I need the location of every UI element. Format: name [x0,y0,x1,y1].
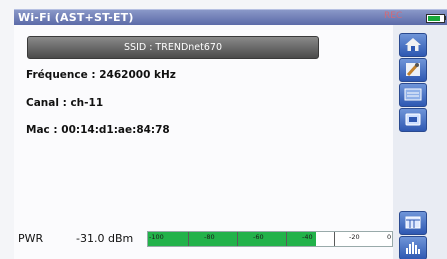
tv-icon [405,113,421,126]
meter-divider [334,232,335,246]
spectrum-button[interactable] [399,236,427,259]
mac-label: Mac : 00:14:d1:ae:84:78 [26,124,170,136]
meter-tick: -60 [253,233,264,241]
rec-indicator: REC [384,11,403,21]
title-bar: Wi-Fi (AST+ST-ET) REC [14,9,447,25]
power-meter: -100 -80 -60 -40 -20 0 [147,231,393,247]
tools-button[interactable] [399,58,427,82]
calendar-icon [405,216,421,229]
calendar-button[interactable] [399,211,427,235]
power-meter-fill [148,232,317,246]
tools-icon [406,63,420,77]
home-button[interactable] [399,33,427,57]
window-title: Wi-Fi (AST+ST-ET) [18,11,134,24]
pwr-value: -31.0 dBm [76,232,134,245]
spectrum-icon [406,242,420,254]
app-window: Wi-Fi (AST+ST-ET) REC SSID : TRENDnet670… [0,0,447,259]
meter-tick: -20 [349,233,360,241]
side-toolbar [393,25,447,259]
channel-label: Canal : ch-11 [26,97,104,109]
battery-terminal [444,16,446,20]
settings-button[interactable] [399,83,427,107]
meter-tick: -100 [149,233,164,241]
home-icon [405,38,421,51]
meter-tick: -40 [302,233,313,241]
settings-icon [404,88,422,101]
main-panel: SSID : TRENDnet670 Fréquence : 2462000 k… [14,25,393,259]
pwr-label: PWR [18,232,44,245]
tv-button[interactable] [399,108,427,132]
meter-divider [237,232,238,246]
frequency-label: Fréquence : 2462000 kHz [26,69,176,81]
ssid-button[interactable]: SSID : TRENDnet670 [27,36,319,59]
meter-tick: 0 [387,233,392,241]
meter-tick: -80 [204,233,215,241]
meter-divider [188,232,189,246]
battery-icon [426,14,445,23]
meter-divider [286,232,287,246]
